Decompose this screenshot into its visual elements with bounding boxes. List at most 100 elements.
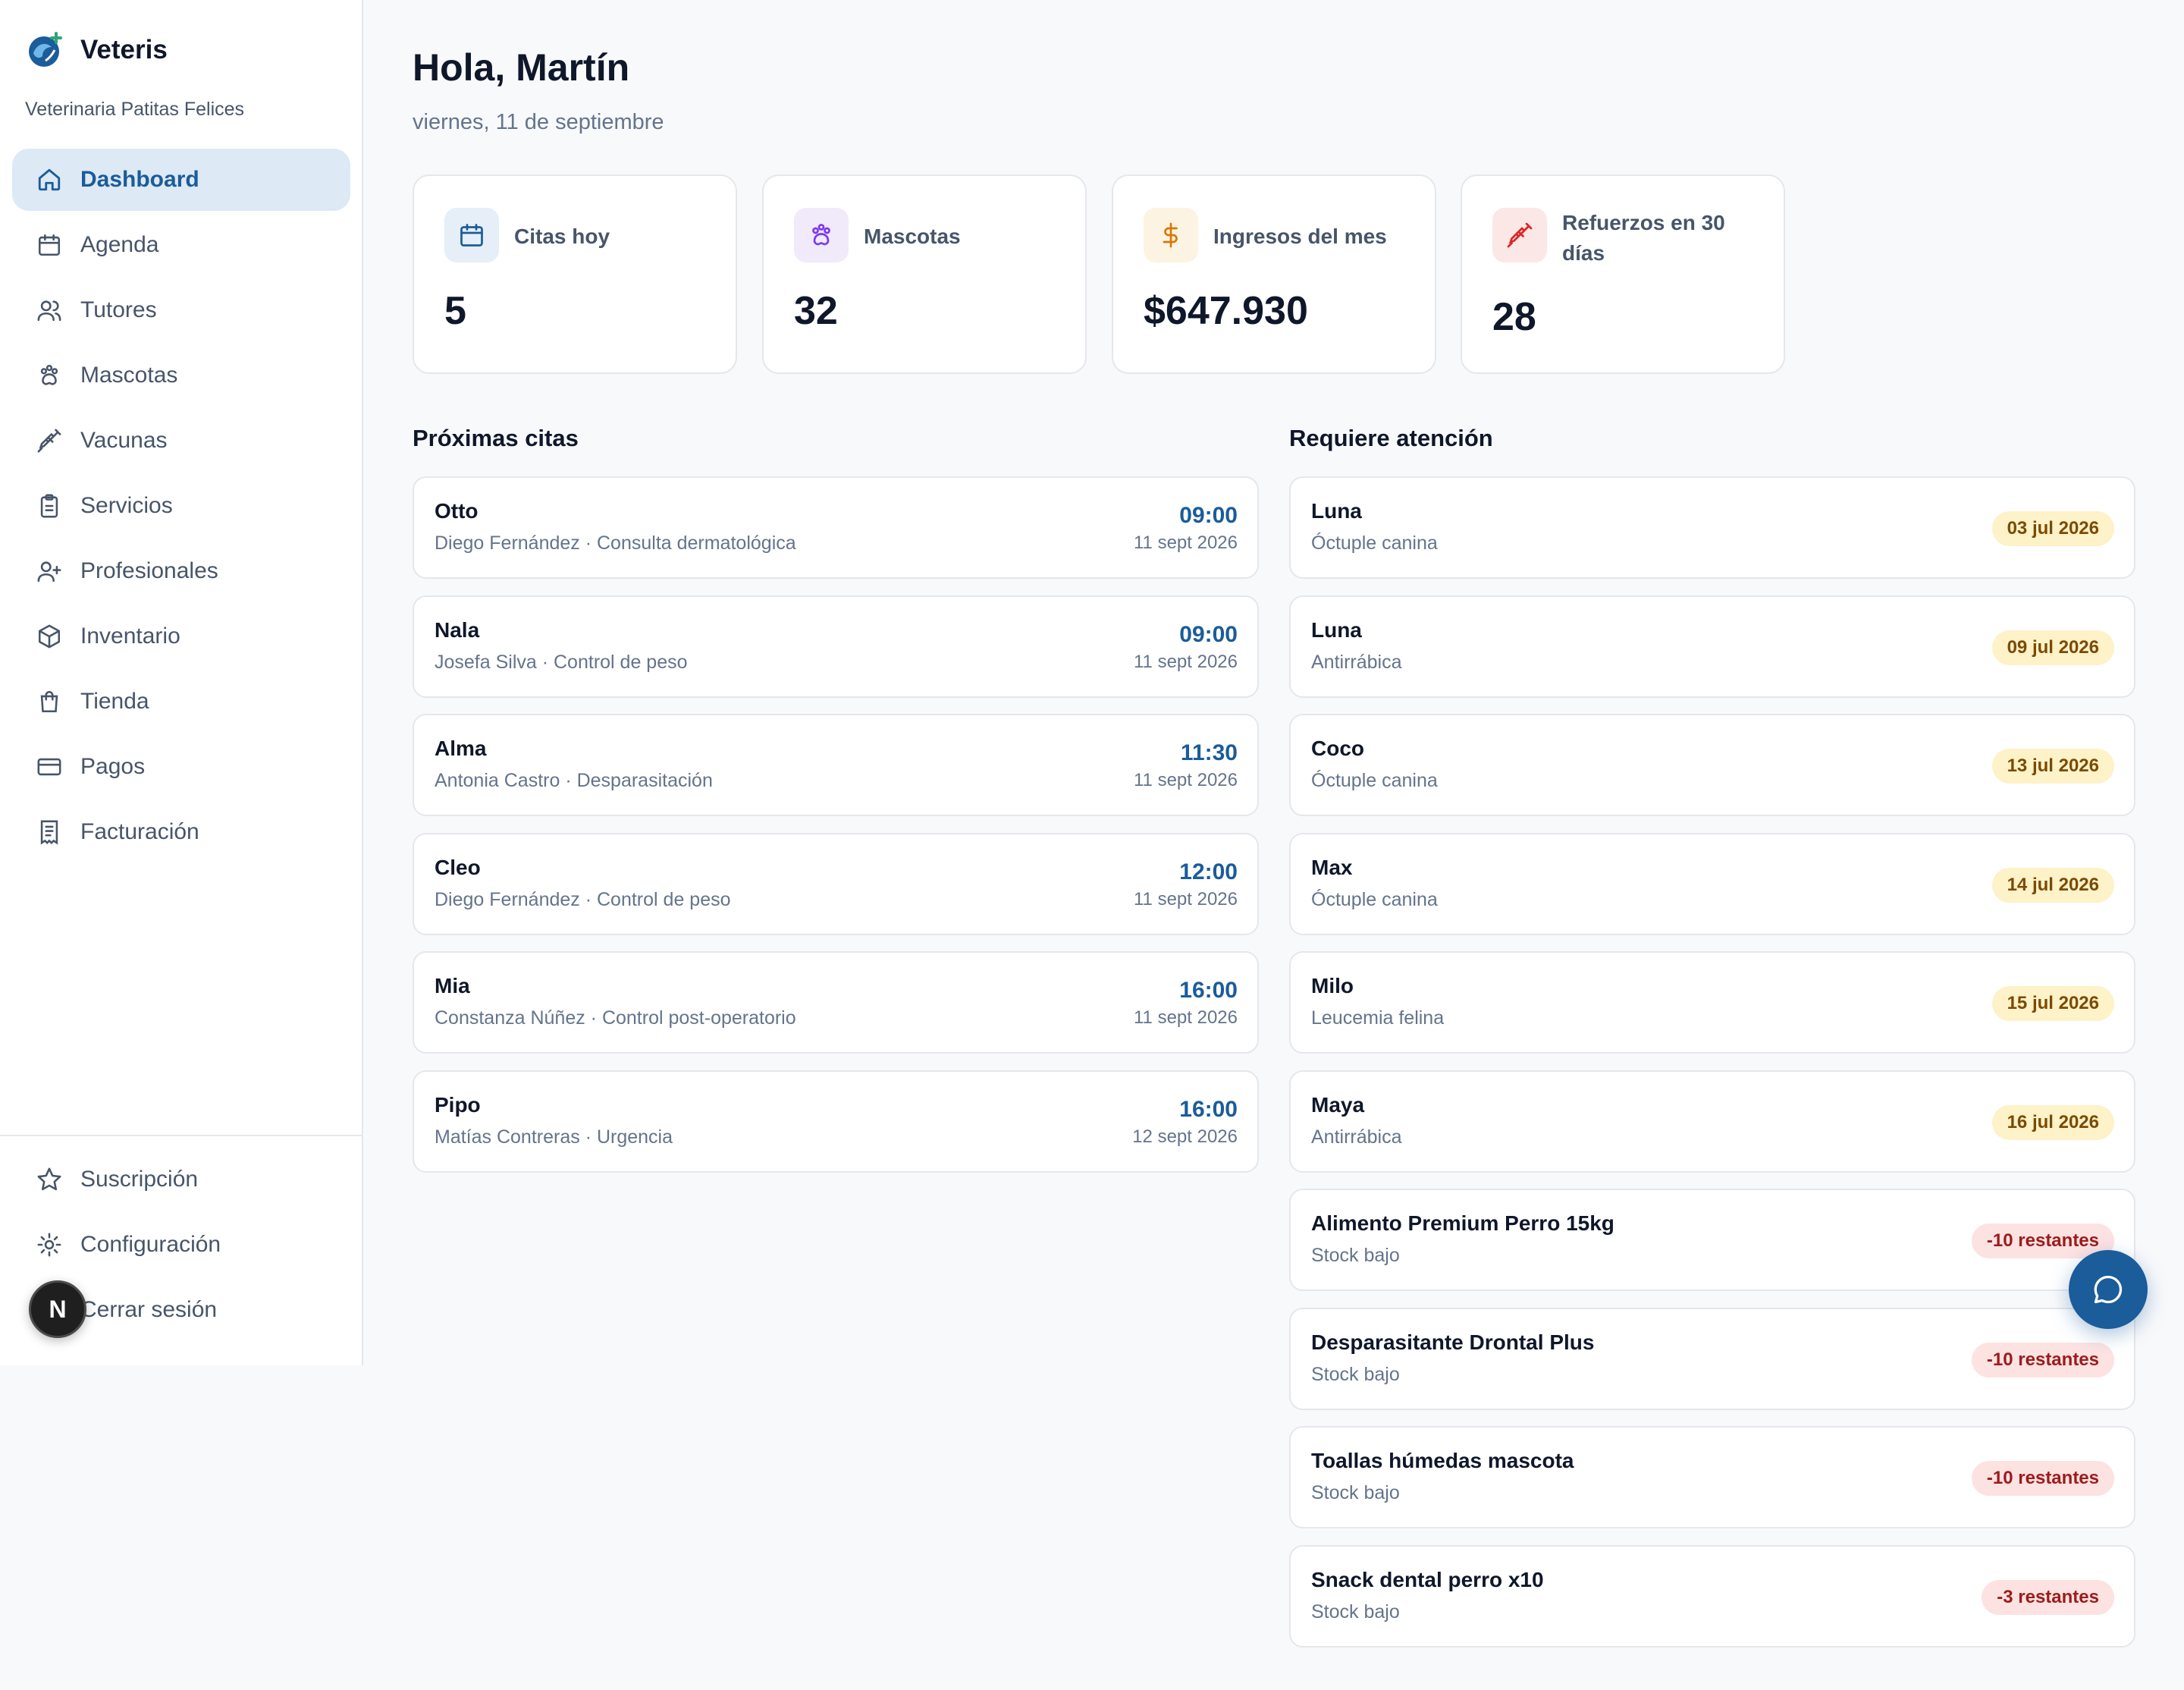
appointment-detail: Constanza Núñez · Control post-operatori… <box>435 1007 796 1029</box>
clipboard-icon <box>36 493 62 519</box>
appointment-card[interactable]: Mia Constanza Núñez · Control post-operat… <box>413 951 1259 1054</box>
stat-card-citas-hoy: Citas hoy 5 <box>413 174 737 374</box>
current-date: viernes, 11 de septiembre <box>413 110 664 134</box>
box-icon <box>36 624 62 649</box>
attention-card[interactable]: Maya Antirrábica 16 jul 2026 <box>1289 1070 2135 1173</box>
clinic-name: Veterinaria Patitas Felices <box>25 99 245 120</box>
shopping-bag-icon <box>36 689 62 715</box>
attention-card[interactable]: Desparasitante Drontal Plus Stock bajo -10… <box>1289 1308 2135 1410</box>
sidebar-item-pagos[interactable]: Pagos <box>12 736 350 798</box>
stat-card-refuerzos: Refuerzos en 30 días 28 <box>1461 174 1785 374</box>
sidebar-item-mascotas[interactable]: Mascotas <box>12 344 350 407</box>
status-badge: -10 restantes <box>1971 1461 2114 1496</box>
stat-label: Refuerzos en 30 días <box>1562 211 1725 265</box>
appointment-date: 11 sept 2026 <box>1133 1007 1238 1028</box>
attention-card[interactable]: Snack dental perro x10 Stock bajo -3 resta… <box>1289 1545 2135 1648</box>
attention-card[interactable]: Alimento Premium Perro 15kg Stock bajo -10… <box>1289 1189 2135 1291</box>
sidebar-item-label: Servicios <box>80 493 173 518</box>
appointment-card[interactable]: Nala Josefa Silva · Control de peso 09:00 1… <box>413 595 1259 698</box>
stat-label: Ingresos del mes <box>1213 225 1387 248</box>
sidebar-item-dashboard[interactable]: Dashboard <box>12 149 350 211</box>
calendar-icon <box>36 232 62 258</box>
sidebar-item-label: Tutores <box>80 297 157 322</box>
status-badge: 03 jul 2026 <box>1991 511 2114 546</box>
sidebar-item-label: Configuración <box>80 1232 221 1257</box>
appointment-time: 11:30 <box>1180 740 1238 765</box>
sidebar-item-profesionales[interactable]: Profesionales <box>12 540 350 602</box>
sidebar-item-vacunas[interactable]: Vacunas <box>12 410 350 472</box>
stat-card-mascotas: Mascotas 32 <box>762 174 1087 374</box>
sidebar-item-tienda[interactable]: Tienda <box>12 671 350 733</box>
attention-name: Desparasitante Drontal Plus <box>1311 1330 1595 1354</box>
receipt-icon <box>36 819 62 845</box>
sidebar-item-label: Facturación <box>80 819 199 844</box>
credit-card-icon <box>36 754 62 780</box>
chat-icon <box>2094 1275 2123 1304</box>
brand[interactable]: Veteris <box>26 30 168 70</box>
appointment-card[interactable]: Alma Antonia Castro · Desparasitación 11:3… <box>413 714 1259 816</box>
sidebar-divider <box>0 1135 363 1136</box>
attention-card[interactable]: Toallas húmedas mascota Stock bajo -10 res… <box>1289 1426 2135 1528</box>
sidebar-item-configuracion[interactable]: Configuración <box>12 1214 350 1276</box>
sidebar-item-inventario[interactable]: Inventario <box>12 605 350 668</box>
gear-icon <box>36 1232 62 1258</box>
sidebar-item-servicios[interactable]: Servicios <box>12 475 350 537</box>
logo-icon <box>29 32 62 67</box>
sidebar-item-label: Dashboard <box>80 167 199 192</box>
appointment-pet: Cleo <box>435 856 481 879</box>
sidebar-item-suscripcion[interactable]: Suscripción <box>12 1148 350 1211</box>
attention-name: Coco <box>1311 737 1364 760</box>
attention-card[interactable]: Milo Leucemia felina 15 jul 2026 <box>1289 951 2135 1054</box>
stat-value: 5 <box>444 289 466 333</box>
chat-button[interactable] <box>2069 1250 2148 1329</box>
stat-card-ingresos: Ingresos del mes $647.930 <box>1112 174 1436 374</box>
attention-detail: Óctuple canina <box>1311 889 1438 910</box>
attention-name: Toallas húmedas mascota <box>1311 1449 1574 1472</box>
avatar-letter: N <box>49 1295 67 1323</box>
home-icon <box>36 167 62 193</box>
status-badge: 14 jul 2026 <box>1991 868 2114 903</box>
attention-detail: Óctuple canina <box>1311 532 1438 554</box>
appointment-pet: Pipo <box>435 1093 481 1117</box>
appointment-detail: Matías Contreras · Urgencia <box>435 1126 673 1148</box>
calendar-icon <box>444 208 499 262</box>
page-title: Hola, Martín <box>413 46 630 89</box>
appointment-card[interactable]: Otto Diego Fernández · Consulta dermatoló… <box>413 476 1259 579</box>
appointment-time: 16:00 <box>1179 978 1238 1003</box>
attention-name: Alimento Premium Perro 15kg <box>1311 1211 1614 1235</box>
sidebar-item-agenda[interactable]: Agenda <box>12 214 350 276</box>
attention-card[interactable]: Luna Antirrábica 09 jul 2026 <box>1289 595 2135 698</box>
appointment-pet: Mia <box>435 974 470 997</box>
paw-icon <box>794 208 849 262</box>
status-badge: 15 jul 2026 <box>1991 986 2114 1021</box>
sidebar-item-label: Agenda <box>80 232 159 257</box>
dollar-icon <box>1144 208 1198 262</box>
attention-title: Requiere atención <box>1289 425 1493 451</box>
stat-value: $647.930 <box>1144 289 1308 333</box>
avatar[interactable]: N <box>29 1280 86 1338</box>
sidebar-item-tutores[interactable]: Tutores <box>12 279 350 341</box>
appointment-detail: Josefa Silva · Control de peso <box>435 652 688 673</box>
stat-value: 32 <box>794 289 838 333</box>
status-badge: 09 jul 2026 <box>1991 630 2114 665</box>
attention-card[interactable]: Coco Óctuple canina 13 jul 2026 <box>1289 714 2135 816</box>
main-nav: Dashboard Agenda Tutores Mascotas Vacuna… <box>12 149 350 866</box>
attention-card[interactable]: Max Óctuple canina 14 jul 2026 <box>1289 833 2135 935</box>
sidebar-item-label: Tienda <box>80 689 149 714</box>
syringe-icon <box>1492 208 1547 262</box>
appointment-date: 11 sept 2026 <box>1133 889 1238 909</box>
attention-card[interactable]: Luna Óctuple canina 03 jul 2026 <box>1289 476 2135 579</box>
appointment-card[interactable]: Cleo Diego Fernández · Control de peso 12:… <box>413 833 1259 935</box>
sidebar-item-facturacion[interactable]: Facturación <box>12 801 350 863</box>
paw-icon <box>36 363 62 388</box>
appointment-card[interactable]: Pipo Matías Contreras · Urgencia 16:00 12 s… <box>413 1070 1259 1173</box>
appointment-time: 16:00 <box>1179 1097 1238 1122</box>
sidebar-item-label: Inventario <box>80 624 180 649</box>
appointment-pet: Otto <box>435 499 479 523</box>
users-icon <box>36 297 62 323</box>
appointment-detail: Diego Fernández · Consulta dermatológica <box>435 532 796 554</box>
syringe-icon <box>36 428 62 454</box>
status-badge: -3 restantes <box>1982 1580 2114 1615</box>
attention-detail: Stock bajo <box>1311 1364 1400 1385</box>
attention-name: Max <box>1311 856 1353 879</box>
